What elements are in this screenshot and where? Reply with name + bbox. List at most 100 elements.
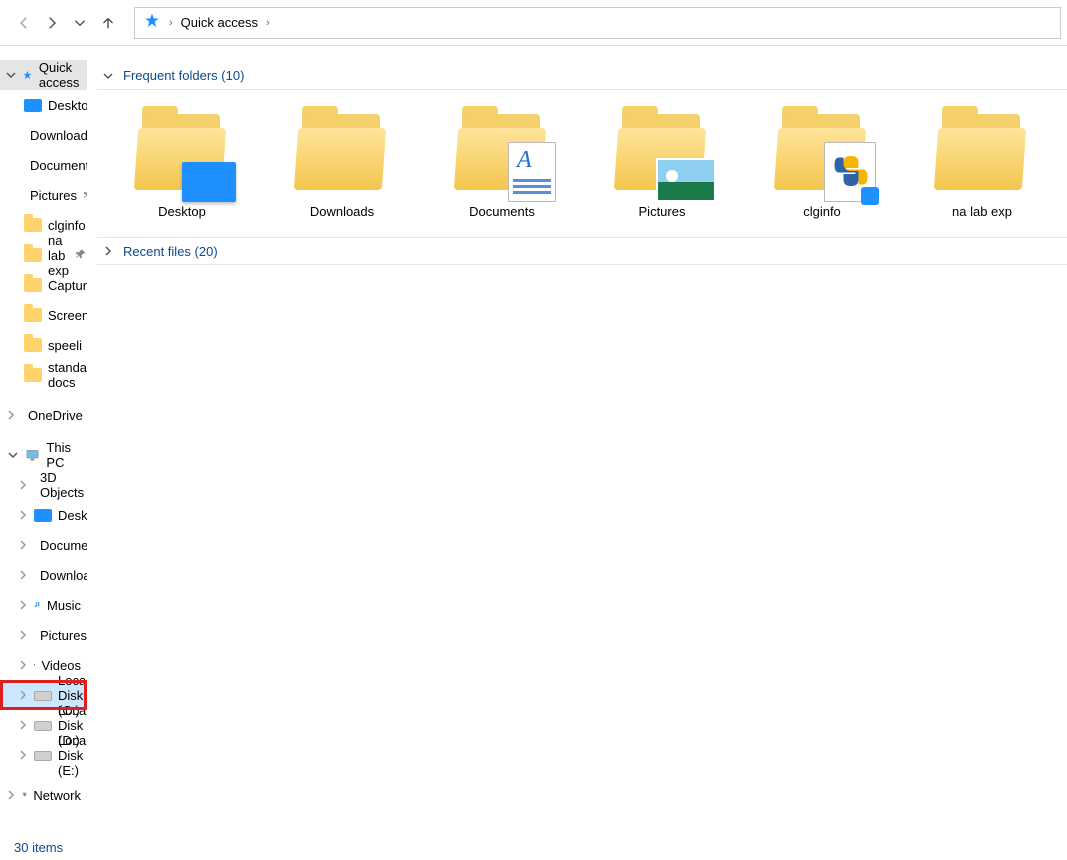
tree-item-captures[interactable]: Captures xyxy=(0,270,87,300)
folder-icon xyxy=(24,218,42,232)
tree-item-label: standard docs xyxy=(48,360,87,390)
chevron-down-icon xyxy=(8,450,18,460)
folder-tile-label: Pictures xyxy=(639,204,686,219)
chevron-right-icon xyxy=(101,246,115,256)
tree-item-pictures[interactable]: Pictures xyxy=(0,620,87,650)
tree-item-pictures[interactable]: Pictures xyxy=(0,180,87,210)
drive-icon xyxy=(34,689,52,701)
tree-item-music[interactable]: Music xyxy=(0,590,87,620)
chevron-down-icon xyxy=(6,70,16,80)
frequent-folders-grid: Desktop Downloads Documents Pictures clginfo… xyxy=(97,90,1067,237)
chevron-right-icon xyxy=(18,510,28,520)
tree-item-label: Documents xyxy=(30,158,87,173)
tree-item-desktop[interactable]: Desktop xyxy=(0,500,87,530)
folder-tile-clginfo[interactable]: clginfo xyxy=(767,108,877,219)
arrow-up-icon xyxy=(99,14,117,32)
tree-item-label: 3D Objects xyxy=(40,470,84,500)
python-file-overlay-icon xyxy=(824,142,876,202)
tree-item-label: Music xyxy=(47,598,81,613)
recent-files-title: Recent files (20) xyxy=(123,244,218,259)
chevron-right-icon xyxy=(18,720,28,730)
folder-tile-label: Desktop xyxy=(158,204,206,219)
tree-item-speeli[interactable]: speeli xyxy=(0,330,87,360)
tree-item-clginfo[interactable]: clginfo xyxy=(0,210,87,240)
tree-item-screenshots[interactable]: Screenshots xyxy=(0,300,87,330)
tree-item-label: This PC xyxy=(46,440,81,470)
quick-access-icon xyxy=(143,12,161,33)
recent-files-header[interactable]: Recent files (20) xyxy=(97,237,1067,265)
folder-tile-label: na lab exp xyxy=(952,204,1012,219)
tree-item-label: Captures xyxy=(48,278,87,293)
desktop-overlay-icon xyxy=(182,162,236,202)
chevron-right-icon xyxy=(18,660,28,670)
folder-tile-downloads[interactable]: Downloads xyxy=(287,108,397,219)
chevron-right-icon xyxy=(18,690,28,700)
tree-this-pc[interactable]: This PC xyxy=(0,440,87,470)
nav-button-group xyxy=(0,9,122,37)
arrow-left-icon xyxy=(15,14,33,32)
folder-icon xyxy=(24,368,42,382)
tree-item-label: na lab exp xyxy=(48,233,69,278)
breadcrumb-separator: › xyxy=(266,17,270,29)
tree-item-label: Quick access xyxy=(39,60,81,90)
folder-tile-pictures[interactable]: Pictures xyxy=(607,108,717,219)
videos-icon xyxy=(34,664,35,665)
tree-item-label: Local Disk (E:) xyxy=(58,733,87,778)
chevron-right-icon xyxy=(18,540,28,550)
arrow-right-icon xyxy=(43,14,61,32)
frequent-folders-header[interactable]: Frequent folders (10) xyxy=(97,62,1067,90)
breadcrumb-root[interactable]: Quick access xyxy=(181,15,258,30)
frequent-folders-title: Frequent folders (10) xyxy=(123,68,244,83)
up-button[interactable] xyxy=(94,9,122,37)
chevron-right-icon xyxy=(18,600,28,610)
desktop-icon xyxy=(34,509,52,522)
music-icon xyxy=(34,601,41,608)
forward-button[interactable] xyxy=(38,9,66,37)
folder-icon xyxy=(24,338,42,352)
network-icon xyxy=(22,792,27,797)
tree-item-standard-docs[interactable]: standard docs xyxy=(0,360,87,390)
chevron-right-icon xyxy=(6,410,16,420)
tree-item-label: Desktop xyxy=(48,98,87,113)
tree-item-documents[interactable]: Documents xyxy=(0,150,87,180)
folder-tile-documents[interactable]: Documents xyxy=(447,108,557,219)
tree-item-downloads[interactable]: Downloads xyxy=(0,560,87,590)
this-pc-icon xyxy=(25,448,40,463)
folder-tile-desktop[interactable]: Desktop xyxy=(127,108,237,219)
tree-item-documents[interactable]: Documents xyxy=(0,530,87,560)
quick-access-icon xyxy=(22,70,33,81)
tree-item-3d-objects[interactable]: 3D Objects xyxy=(0,470,87,500)
navigation-bar: › Quick access › xyxy=(0,0,1067,46)
folder-tile-label: Downloads xyxy=(310,204,374,219)
tree-item-downloads[interactable]: Downloads xyxy=(0,120,87,150)
item-count: 30 items xyxy=(14,840,63,855)
tree-item-label: OneDrive xyxy=(28,408,83,423)
chevron-right-icon xyxy=(18,750,28,760)
recent-locations-button[interactable] xyxy=(66,9,94,37)
tree-item-label: Network xyxy=(33,788,81,803)
tree-onedrive[interactable]: OneDrive xyxy=(0,400,87,430)
tree-item-na-lab-exp[interactable]: na lab exp xyxy=(0,240,87,270)
address-bar[interactable]: › Quick access › xyxy=(134,7,1061,39)
desktop-icon xyxy=(24,99,42,112)
tree-item-local-disk-e-[interactable]: Local Disk (E:) xyxy=(0,740,87,770)
navigation-tree: Quick access Desktop Downloads Documents Pic… xyxy=(0,60,87,832)
tree-quick-access[interactable]: Quick access xyxy=(0,60,87,90)
pin-icon xyxy=(75,248,87,263)
tree-network[interactable]: Network xyxy=(0,780,87,810)
folder-tile-label: clginfo xyxy=(803,204,841,219)
folder-tile-label: Documents xyxy=(469,204,535,219)
chevron-down-icon xyxy=(101,71,115,81)
tree-item-desktop[interactable]: Desktop xyxy=(0,90,87,120)
folder-icon xyxy=(24,248,42,262)
back-button[interactable] xyxy=(10,9,38,37)
chevron-right-icon xyxy=(18,480,28,490)
document-overlay-icon xyxy=(508,142,556,202)
tree-item-label: Downloads xyxy=(40,568,87,583)
tree-item-label: Documents xyxy=(40,538,87,553)
tree-item-label: speeli xyxy=(48,338,82,353)
status-bar: 30 items xyxy=(0,834,1067,860)
drive-icon xyxy=(34,749,52,761)
picture-overlay-icon xyxy=(656,158,716,202)
folder-tile-na-lab-exp[interactable]: na lab exp xyxy=(927,108,1037,219)
